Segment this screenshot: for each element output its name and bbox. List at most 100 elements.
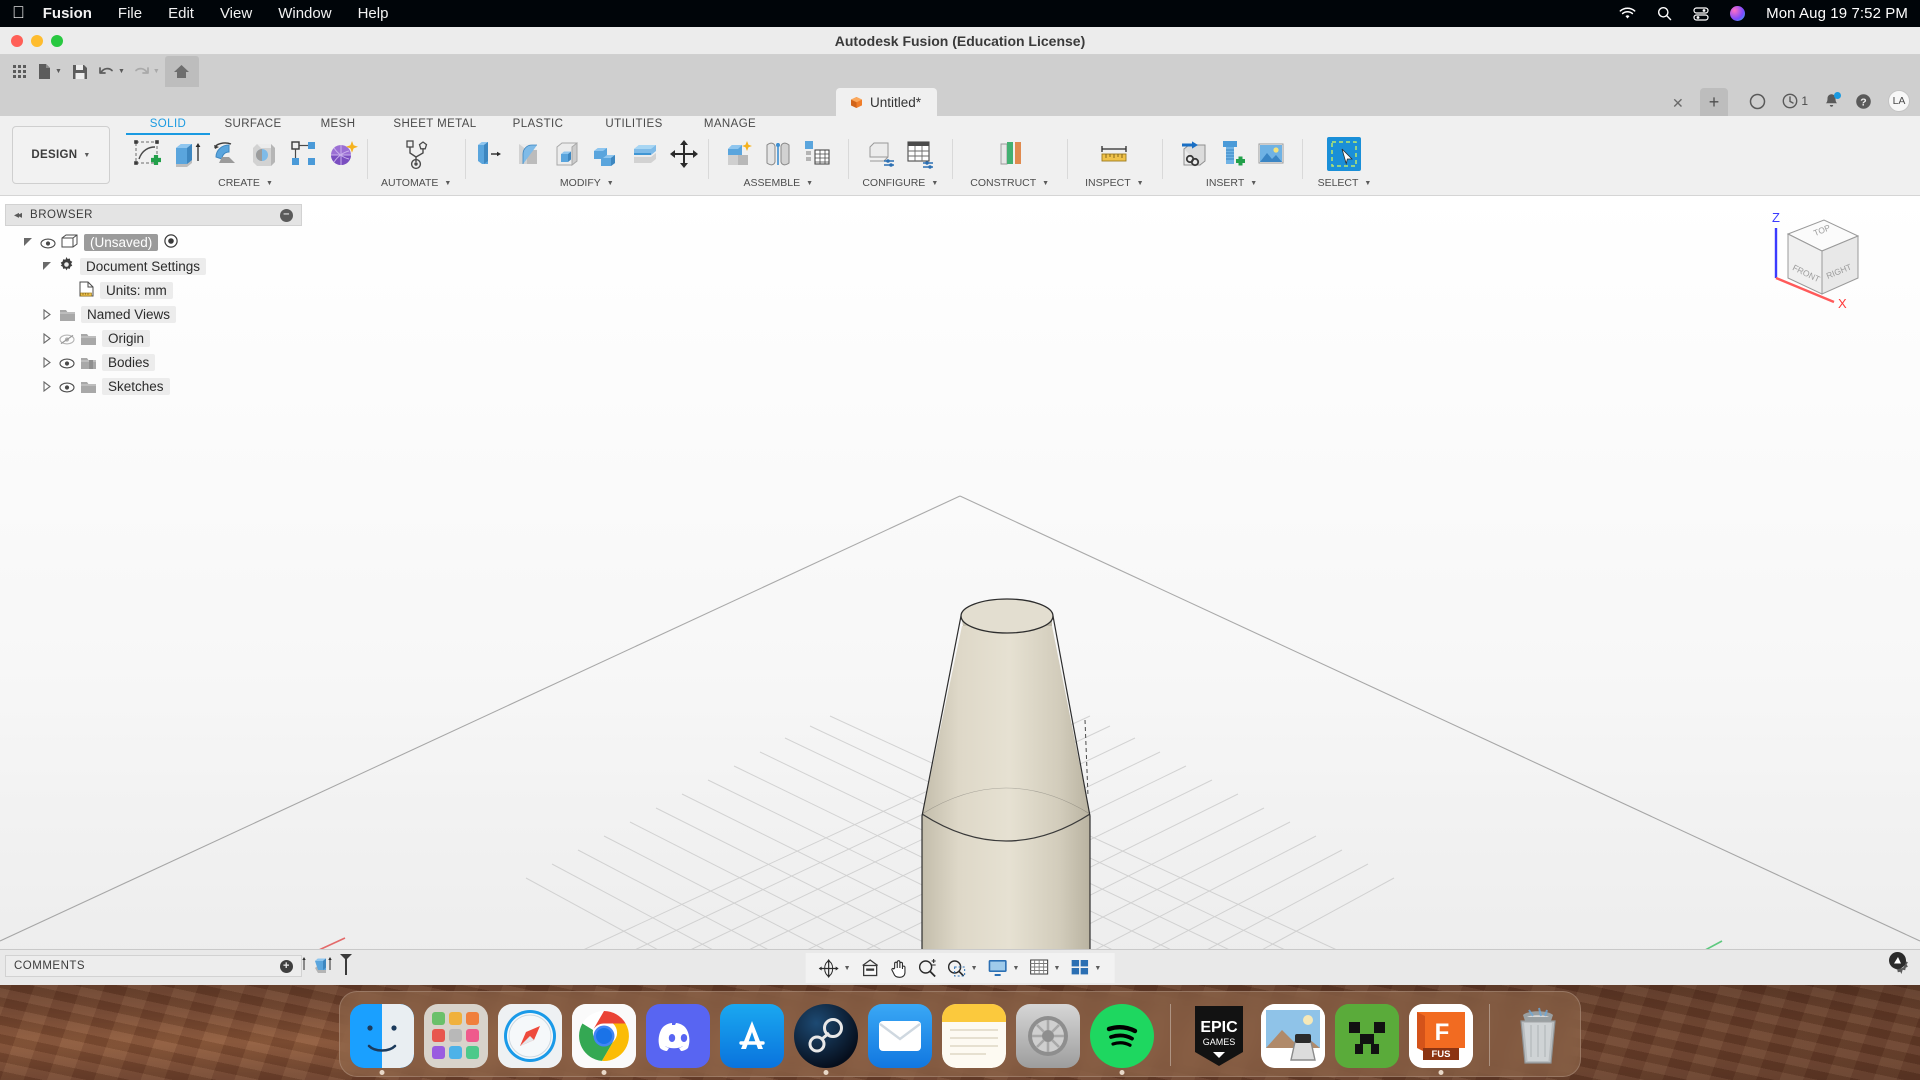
ribbon-group-label-inspect[interactable]: INSPECT ▼ — [1085, 177, 1143, 189]
tab-solid[interactable]: SOLID — [126, 116, 210, 135]
ribbon-group-label-automate[interactable]: AUTOMATE ▼ — [381, 177, 451, 189]
dock-item-trash[interactable] — [1506, 1004, 1570, 1068]
dock-item-notes[interactable] — [942, 1004, 1006, 1068]
comments-panel[interactable]: COMMENTS + — [5, 955, 302, 977]
ribbon-group-label-construct[interactable]: CONSTRUCT ▼ — [970, 177, 1049, 189]
siri-icon[interactable] — [1730, 6, 1746, 21]
combine-icon[interactable] — [589, 137, 623, 171]
fillet-icon[interactable] — [511, 137, 545, 171]
tab-mesh[interactable]: MESH — [296, 116, 380, 133]
activate-component-radio[interactable] — [164, 233, 178, 251]
tree-node-named-views[interactable]: Named Views — [5, 302, 302, 326]
component-list-icon[interactable] — [800, 137, 834, 171]
pattern-icon[interactable] — [287, 137, 321, 171]
job-status-icon[interactable]: 1 — [1782, 93, 1808, 109]
revolve-icon[interactable] — [209, 137, 243, 171]
dock-item-minecraft[interactable] — [1335, 1004, 1399, 1068]
dock-item-safari[interactable] — [498, 1004, 562, 1068]
3d-viewport[interactable]: ◂◂ BROWSER – (Unsaved) Document Settings… — [0, 196, 1920, 985]
select-window-icon[interactable] — [1327, 137, 1362, 171]
tree-node-document-settings[interactable]: Document Settings — [5, 254, 302, 278]
redo-button[interactable]: ▼ — [130, 59, 163, 85]
help-icon[interactable]: ? — [1855, 93, 1872, 110]
apple-menu-icon[interactable]:  — [12, 4, 25, 21]
display-monitor-icon[interactable]: ▼ — [985, 959, 1023, 977]
control-center-icon[interactable] — [1693, 6, 1709, 21]
automate-icon[interactable] — [399, 137, 433, 171]
view-cube[interactable]: Z X TOP FRONT RIGHT — [1762, 206, 1872, 311]
dock-item-mail[interactable] — [868, 1004, 932, 1068]
home-view-button[interactable] — [858, 959, 883, 977]
expander-expanded-icon[interactable] — [42, 261, 53, 272]
tab-utilities[interactable]: UTILITIES — [586, 116, 682, 133]
workspace-switcher-button[interactable]: DESIGN ▼ — [12, 126, 110, 184]
dock-item-discord[interactable] — [646, 1004, 710, 1068]
tree-node-units[interactable]: Units: mm — [5, 278, 302, 302]
timeline-end-marker[interactable] — [338, 953, 354, 982]
menu-help[interactable]: Help — [358, 5, 389, 22]
menu-bar-clock[interactable]: Mon Aug 19 7:52 PM — [1766, 5, 1908, 22]
pan-hand-icon[interactable] — [887, 959, 911, 978]
menu-view[interactable]: View — [220, 5, 252, 22]
tab-sheet-metal[interactable]: SHEET METAL — [380, 116, 490, 133]
expander-collapsed-icon[interactable] — [42, 380, 53, 392]
save-button[interactable] — [67, 59, 93, 85]
ribbon-group-label-assemble[interactable]: ASSEMBLE ▼ — [744, 177, 814, 189]
plus-circle-icon[interactable]: + — [280, 959, 293, 973]
measure-icon[interactable] — [1097, 137, 1131, 171]
create-sketch-icon[interactable] — [131, 137, 165, 171]
collapse-left-icon[interactable]: ◂◂ — [14, 210, 22, 221]
menu-edit[interactable]: Edit — [168, 5, 194, 22]
insert-mcmaster-icon[interactable] — [1215, 137, 1249, 171]
visibility-eye-hidden-icon[interactable] — [59, 333, 75, 344]
viewports-button[interactable]: ▼ — [1067, 959, 1104, 977]
notifications-bell-icon[interactable] — [1824, 92, 1841, 109]
app-grid-button[interactable] — [6, 59, 32, 85]
menu-window[interactable]: Window — [278, 5, 331, 22]
dock-item-fusion[interactable]: F FUS — [1409, 1004, 1473, 1075]
undo-button[interactable]: ▼ — [95, 59, 128, 85]
dock-item-system-settings[interactable] — [1016, 1004, 1080, 1068]
new-tab-button[interactable]: + — [1700, 88, 1728, 116]
tree-node-unsaved[interactable]: (Unsaved) — [5, 230, 302, 254]
dock-item-spotify[interactable] — [1090, 1004, 1154, 1075]
visibility-eye-icon[interactable] — [59, 357, 75, 368]
tree-node-bodies[interactable]: Bodies — [5, 350, 302, 374]
dock-item-chrome[interactable] — [572, 1004, 636, 1075]
document-tab-untitled[interactable]: Untitled* — [836, 88, 938, 116]
expander-expanded-icon[interactable] — [23, 237, 34, 248]
shell-icon[interactable] — [550, 137, 584, 171]
dock-item-app-store[interactable] — [720, 1004, 784, 1068]
dock-item-launchpad[interactable] — [424, 1004, 488, 1068]
grid-snaps-button[interactable]: ▼ — [1026, 959, 1063, 977]
move-copy-icon[interactable] — [667, 137, 701, 171]
menu-file[interactable]: File — [118, 5, 142, 22]
orbit-button[interactable]: ▼ — [816, 958, 854, 978]
avatar[interactable]: LA — [1888, 90, 1910, 112]
menu-fusion[interactable]: Fusion — [43, 5, 92, 22]
tree-node-sketches[interactable]: Sketches — [5, 374, 302, 398]
configuration-icon[interactable] — [864, 137, 898, 171]
extrude-icon[interactable] — [170, 137, 204, 171]
expander-collapsed-icon[interactable] — [42, 332, 53, 344]
joint-icon[interactable] — [761, 137, 795, 171]
new-document-button[interactable]: ▼ — [34, 59, 65, 85]
ribbon-group-label-configure[interactable]: CONFIGURE ▼ — [862, 177, 938, 189]
tree-node-origin[interactable]: Origin — [5, 326, 302, 350]
dock-item-finder[interactable] — [350, 1004, 414, 1075]
sweep-icon[interactable] — [248, 137, 282, 171]
ribbon-group-label-create[interactable]: CREATE ▼ — [218, 177, 273, 189]
ribbon-group-label-select[interactable]: SELECT ▼ — [1318, 177, 1372, 189]
extensions-icon[interactable] — [1749, 93, 1766, 110]
visibility-eye-icon[interactable] — [59, 381, 75, 392]
close-tab-button[interactable]: ✕ — [1672, 95, 1684, 112]
offset-plane-icon[interactable] — [993, 137, 1027, 171]
offset-face-icon[interactable] — [628, 137, 662, 171]
dock-item-steam[interactable] — [794, 1004, 858, 1075]
expander-collapsed-icon[interactable] — [42, 308, 53, 320]
home-button[interactable] — [164, 56, 199, 87]
timeline-extrude-4[interactable] — [312, 954, 334, 981]
insert-derive-icon[interactable] — [1176, 137, 1210, 171]
new-component-icon[interactable] — [722, 137, 756, 171]
expander-collapsed-icon[interactable] — [42, 356, 53, 368]
